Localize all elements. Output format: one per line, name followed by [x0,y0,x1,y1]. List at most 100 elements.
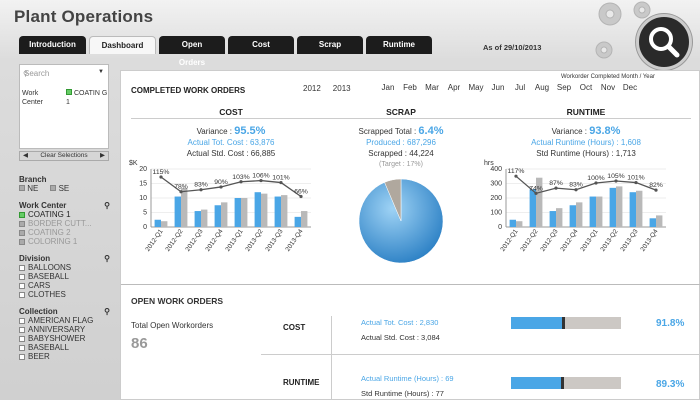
work-center-title: Work Center [19,201,67,210]
branch-ne[interactable]: NE [19,184,38,193]
collection-item[interactable]: BEER [19,352,110,361]
bar-std[interactable] [221,202,228,227]
clear-selections-bar[interactable]: ◀ Clear Selections ▶ [19,151,109,161]
open-cost-values: Actual Tot. Cost : 2,830 Actual Std. Cos… [361,315,440,345]
filter-search-icon[interactable]: ⚲ [104,307,110,316]
month-jan[interactable]: Jan [377,83,399,92]
tab-cost[interactable]: Cost [228,36,294,54]
scrap-produced: Produced : 687,296 [366,138,436,147]
month-apr[interactable]: Apr [443,83,465,92]
tab-open-orders[interactable]: Open Orders [159,36,225,67]
work-center-item[interactable]: BORDER CUTT... [19,219,110,228]
bar-actual[interactable] [294,216,301,227]
bar-std[interactable] [201,209,208,227]
bar-std[interactable] [301,211,308,227]
year-2012[interactable]: 2012 [299,83,325,94]
month-nov[interactable]: Nov [597,83,619,92]
month-aug[interactable]: Aug [531,83,553,92]
search-listbox[interactable]: Search ⚲ ▼ Work Center COATIN G 1 [19,64,109,149]
bar-actual[interactable] [154,219,161,227]
division-item[interactable]: CLOTHES [19,290,110,299]
bar-std[interactable] [576,202,583,227]
bar-actual[interactable] [254,192,261,227]
bar-std[interactable] [261,193,268,227]
x-tick-label: 2012-Q4 [559,228,579,253]
work-center-item[interactable]: COLORING 1 [19,237,110,246]
bar-actual[interactable] [274,196,281,227]
bar-std[interactable] [161,221,168,227]
month-jun[interactable]: Jun [487,83,509,92]
bar-actual[interactable] [234,198,241,227]
filter-value[interactable]: COATIN G 1 [66,89,108,107]
bar-std[interactable] [616,186,623,227]
month-dec[interactable]: Dec [619,83,641,92]
cost-variance: 95.5% [234,125,266,137]
open-cost-pct: 91.8% [656,318,685,329]
bar-std[interactable] [181,187,188,227]
cost-variance-label: Variance : [196,127,232,136]
variance-label: 103% [232,174,249,181]
collection-item[interactable]: BABYSHOWER [19,334,110,343]
bar-actual[interactable] [549,211,556,227]
tab-scrap[interactable]: Scrap [297,36,363,54]
division-item[interactable]: BALLOONS [19,263,110,272]
bar-actual[interactable] [194,211,201,227]
bar-std[interactable] [241,198,248,227]
x-tick-label: 2013-Q2 [244,228,264,253]
work-center-filter: Work Center ⚲ COATING 1 BORDER CUTT... CO… [19,201,110,246]
work-center-item[interactable]: COATING 1 [19,210,110,219]
scrap-scrapped: Scrapped : 44,224 [368,149,434,158]
tab-introduction[interactable]: Introduction [19,36,86,54]
bar-actual[interactable] [609,187,616,227]
month-mar[interactable]: Mar [421,83,443,92]
bar-actual[interactable] [509,219,516,227]
dropdown-arrow-icon[interactable]: ▼ [98,69,104,75]
branch-se[interactable]: SE [50,184,69,193]
bar-std[interactable] [636,190,643,227]
clear-selections-button[interactable]: Clear Selections [31,152,97,160]
bar-actual[interactable] [629,192,636,227]
scrap-pie-chart[interactable] [341,171,461,271]
division-item[interactable]: CARS [19,281,110,290]
bar-actual[interactable] [589,196,596,227]
cost-chart[interactable]: $K051015202012-Q1 2012-Q2 2012-Q3 2012-Q4 20… [121,159,321,271]
collection-item[interactable]: AMERICAN FLAG [19,316,110,325]
work-center-item[interactable]: COATING 2 [19,228,110,237]
bar-std[interactable] [556,208,563,227]
search-icon[interactable] [636,14,692,70]
y-tick-label: 10 [139,195,147,202]
tab-dashboard[interactable]: Dashboard [89,36,156,54]
bar-actual[interactable] [174,196,181,227]
bar-std[interactable] [516,221,523,227]
open-runtime-pct: 89.3% [656,379,685,390]
bar-std[interactable] [596,196,603,227]
progress-fill [511,377,562,389]
arrow-right-icon[interactable]: ▶ [97,152,108,160]
filter-search-icon[interactable]: ⚲ [104,201,110,210]
division-filter: Division ⚲ BALLOONS BASEBALL CARS CLOTHES [19,254,110,299]
bar-actual[interactable] [529,189,536,227]
collection-item[interactable]: ANNIVERSARY [19,325,110,334]
bar-actual[interactable] [649,218,656,227]
tab-runtime[interactable]: Runtime [366,36,432,54]
month-may[interactable]: May [465,83,487,92]
collection-item[interactable]: BASEBALL [19,343,110,352]
variance-label: 74% [529,185,543,192]
year-2013[interactable]: 2013 [328,83,355,94]
bar-actual[interactable] [569,205,576,227]
division-item[interactable]: BASEBALL [19,272,110,281]
runtime-chart[interactable]: hrs01002003004002012-Q1 2012-Q2 2012-Q3 201… [476,159,676,271]
bar-std[interactable] [656,215,663,227]
bar-std[interactable] [281,195,288,227]
section-divider [121,284,700,285]
cost-title: COST [219,107,243,117]
bar-actual[interactable] [214,205,221,227]
variance-label: 83% [569,182,583,189]
open-work-orders-title: OPEN WORK ORDERS [131,296,224,306]
month-feb[interactable]: Feb [399,83,421,92]
month-jul[interactable]: Jul [509,83,531,92]
month-sep[interactable]: Sep [553,83,575,92]
arrow-left-icon[interactable]: ◀ [20,152,31,160]
filter-search-icon[interactable]: ⚲ [104,254,110,263]
month-oct[interactable]: Oct [575,83,597,92]
